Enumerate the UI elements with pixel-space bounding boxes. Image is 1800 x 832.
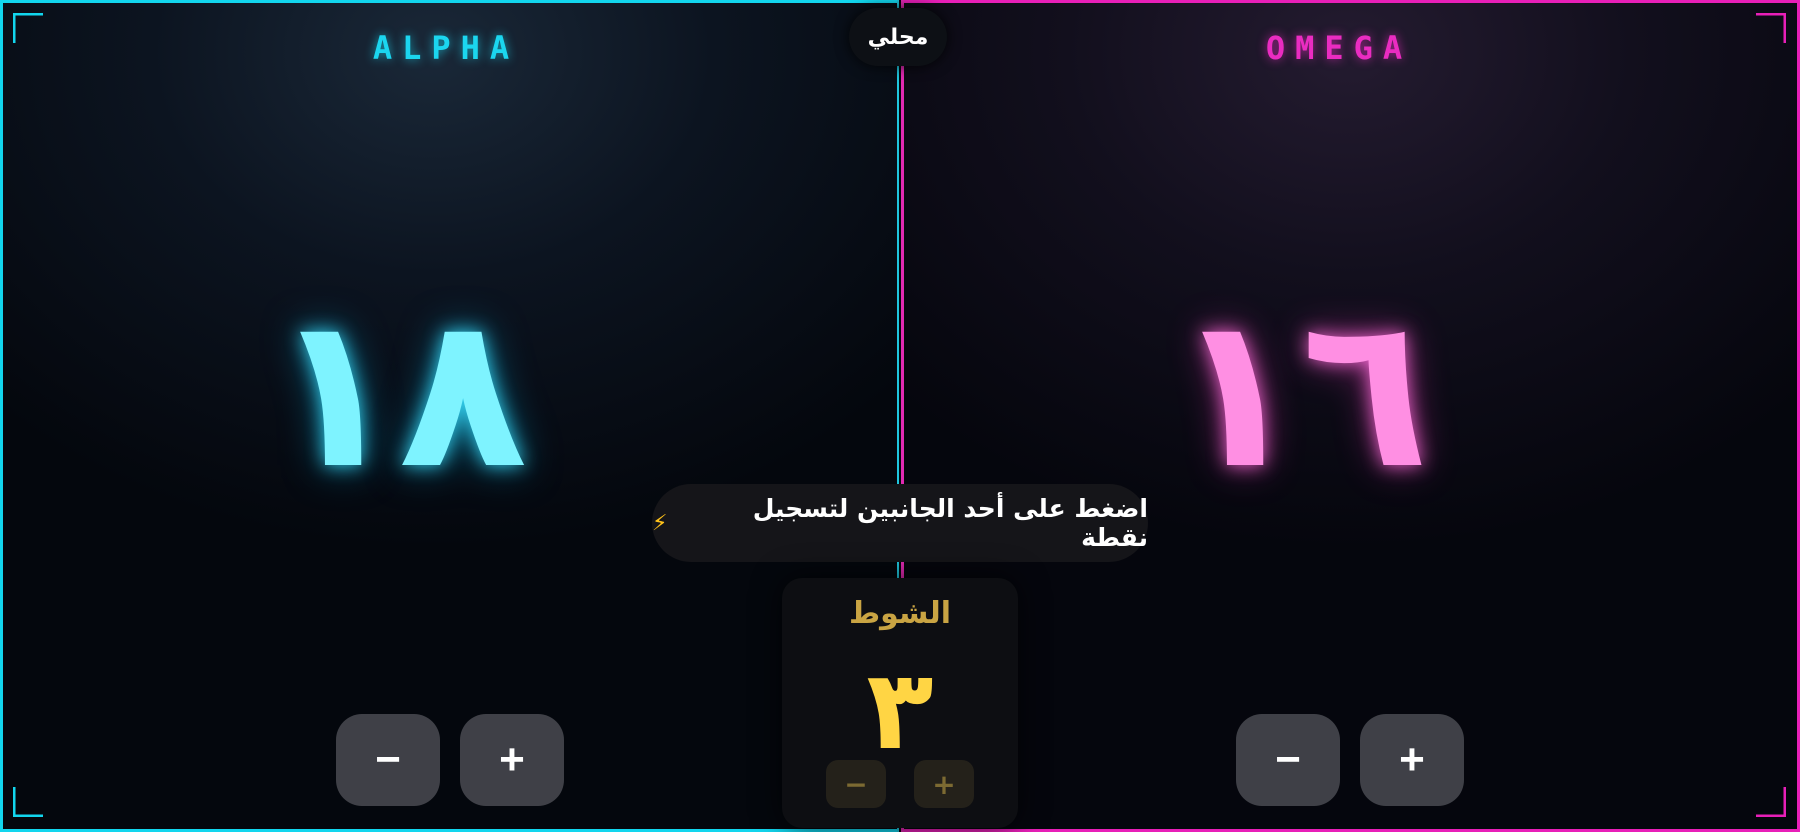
corner-bracket-top-left [13, 13, 43, 43]
round-counter-panel: الشوط ٣ − + [782, 578, 1018, 828]
corner-bracket-bottom-right [1756, 787, 1786, 817]
right-team-minus-button[interactable]: − [1236, 714, 1340, 806]
right-team-panel[interactable]: OMEGA ١٦ [901, 0, 1800, 832]
left-team-name: ALPHA [372, 29, 520, 67]
left-team-panel[interactable]: ALPHA ١٨ [0, 0, 899, 832]
corner-bracket-bottom-left [13, 787, 43, 817]
round-value: ٣ [866, 646, 934, 774]
lightning-icon: ⚡ [652, 510, 668, 536]
left-team-plus-button[interactable]: + [460, 714, 564, 806]
mode-badge[interactable]: محلي [849, 8, 947, 66]
corner-bracket-top-right [1756, 13, 1786, 43]
hint-text: اضغط على أحد الجانبين لتسجيل نقطة [752, 494, 1148, 552]
right-team-plus-button[interactable]: + [1360, 714, 1464, 806]
round-plus-button[interactable]: + [914, 760, 974, 808]
right-team-score: ١٦ [1172, 270, 1430, 515]
score-hint-banner: اضغط على أحد الجانبين لتسجيل نقطة ⚡ [652, 484, 1148, 562]
round-minus-button[interactable]: − [826, 760, 886, 808]
left-team-minus-button[interactable]: − [336, 714, 440, 806]
right-team-name: OMEGA [1265, 29, 1413, 67]
left-team-score: ١٨ [270, 270, 528, 515]
round-label: الشوط [848, 596, 952, 631]
